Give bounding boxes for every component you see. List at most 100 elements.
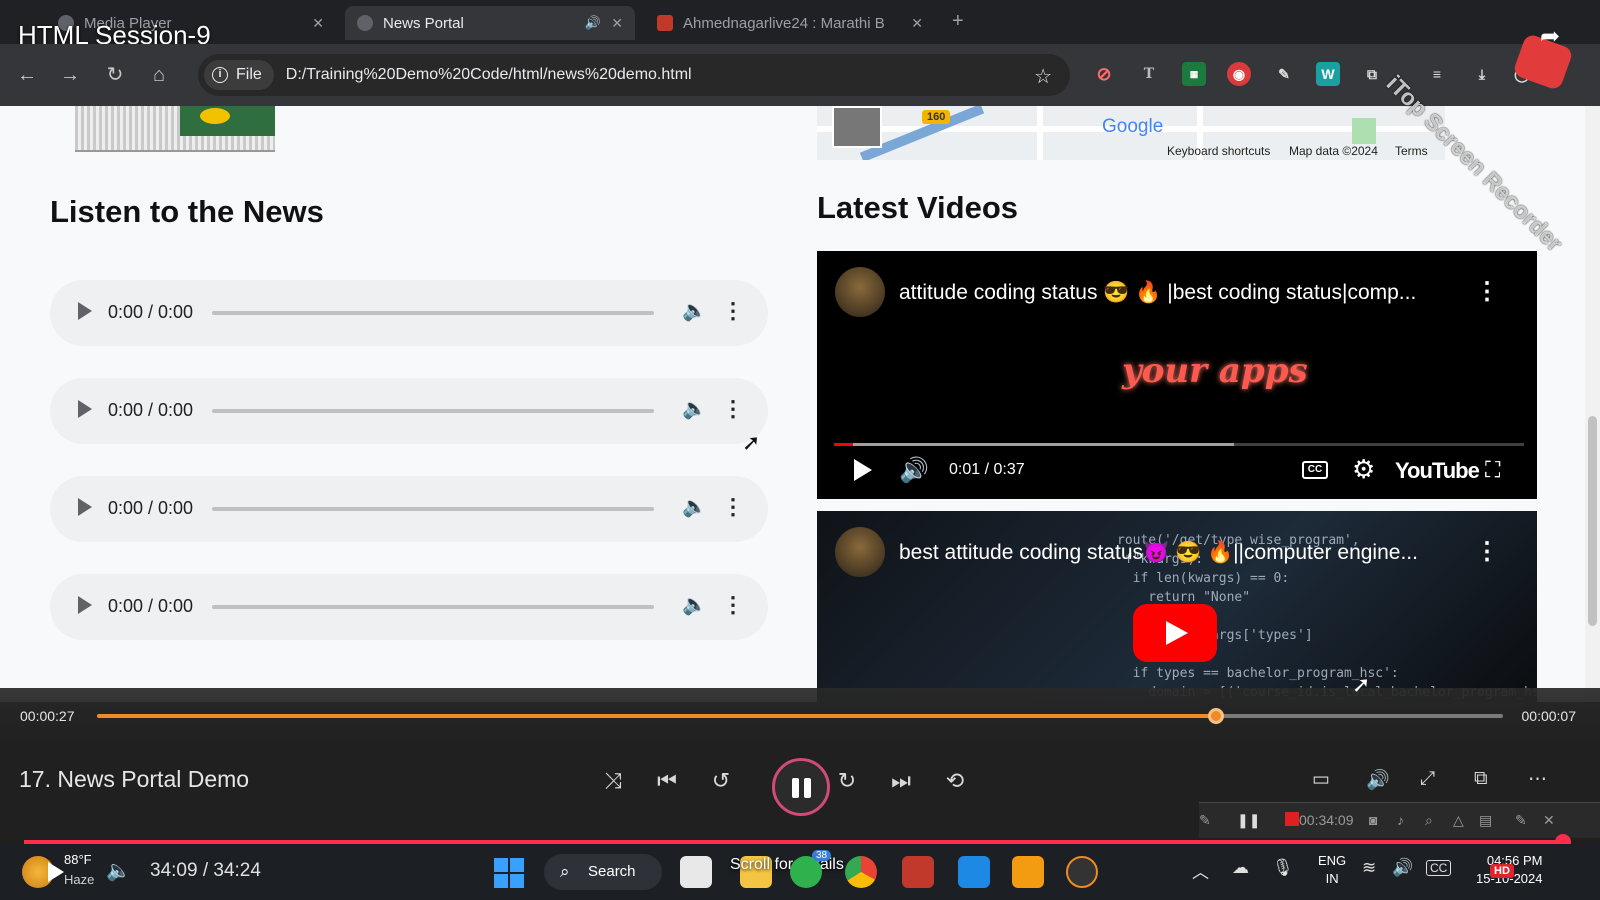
fullscreen-icon[interactable]: ⤢: [1420, 768, 1435, 790]
blocker-extension-icon[interactable]: ⊘: [1092, 62, 1116, 86]
download-icon[interactable]: ⤓: [1470, 62, 1494, 86]
mini-player-icon[interactable]: ⧉: [1474, 768, 1488, 790]
close-icon[interactable]: ✕: [911, 15, 923, 32]
taskbar-search[interactable]: ⌕ Search: [544, 854, 662, 890]
close-icon[interactable]: ✕: [1543, 812, 1555, 829]
volume-icon[interactable]: 🔊: [1366, 768, 1390, 792]
video-title[interactable]: best attitude coding status😈 😎 🔥||comput…: [899, 541, 1418, 565]
subtitles-icon[interactable]: ▭: [1312, 768, 1330, 791]
audio-seek-bar[interactable]: [212, 605, 654, 609]
seek-handle[interactable]: [1208, 708, 1225, 724]
channel-avatar[interactable]: [835, 267, 885, 317]
wifi-icon[interactable]: ≋: [1362, 858, 1376, 878]
video-embed-2[interactable]: route('/get/type wise_program', f"kwargs…: [817, 511, 1537, 702]
close-icon[interactable]: ✕: [312, 15, 324, 32]
fullscreen-icon[interactable]: ⛶: [1485, 457, 1500, 483]
more-options-icon[interactable]: ⋮: [722, 396, 744, 422]
site-info-chip[interactable]: i File: [204, 60, 274, 90]
alert-icon[interactable]: △: [1453, 812, 1464, 829]
new-tab-icon[interactable]: +: [952, 10, 964, 33]
back-icon[interactable]: ←: [14, 62, 40, 88]
edit-icon[interactable]: ✎: [1515, 812, 1527, 829]
channel-avatar[interactable]: [835, 527, 885, 577]
rewind-10-icon[interactable]: ↺: [706, 768, 736, 794]
windows-start-icon[interactable]: [494, 858, 524, 888]
more-options-icon[interactable]: ⋮: [1475, 277, 1499, 306]
more-options-icon[interactable]: ⋮: [1475, 537, 1499, 566]
volume-icon[interactable]: 🔈: [106, 858, 131, 883]
keyboard-shortcuts-link[interactable]: Keyboard shortcuts: [1167, 144, 1270, 158]
text-extension-icon[interactable]: T: [1137, 62, 1161, 86]
shuffle-icon[interactable]: ⤨: [598, 768, 628, 794]
map-satellite-thumbnail[interactable]: [832, 106, 882, 148]
microphone-icon[interactable]: 🎙: [1272, 858, 1294, 878]
volume-icon[interactable]: 🔈: [682, 494, 707, 519]
eyedropper-extension-icon[interactable]: ✎: [1272, 62, 1296, 86]
youtube-play-button[interactable]: [1133, 604, 1217, 662]
audio-seek-bar[interactable]: [212, 507, 654, 511]
tab-audio-icon[interactable]: 🔊: [585, 15, 601, 31]
play-icon[interactable]: [78, 302, 92, 320]
embedded-map[interactable]: 160 Google Keyboard shortcuts Map data ©…: [817, 106, 1445, 160]
audio-player-4[interactable]: 0:00 / 0:00 🔈 ⋮: [50, 574, 768, 640]
url-text[interactable]: D:/Training%20Demo%20Code/html/news%20de…: [286, 66, 692, 84]
previous-icon[interactable]: ⏮: [652, 768, 682, 794]
video-title[interactable]: attitude coding status 😎 🔥 |best coding …: [899, 281, 1416, 305]
audio-player-2[interactable]: 0:00 / 0:00 🔈 ⋮: [50, 378, 768, 444]
forward-30-icon[interactable]: ↻: [832, 768, 862, 794]
video-progress-bar[interactable]: [834, 443, 1524, 446]
more-options-icon[interactable]: ⋯: [1528, 768, 1547, 791]
onedrive-icon[interactable]: ☁: [1232, 858, 1249, 878]
recorder-app-icon[interactable]: [902, 856, 934, 888]
more-options-icon[interactable]: ⋮: [722, 592, 744, 618]
home-icon[interactable]: ⌂: [146, 62, 172, 88]
chat-icon[interactable]: ▤: [1479, 812, 1492, 829]
microphone-icon[interactable]: ♪: [1397, 812, 1404, 828]
pen-icon[interactable]: ✎: [1199, 812, 1211, 829]
pause-button[interactable]: [772, 758, 830, 816]
media-player-app-icon[interactable]: [1066, 856, 1098, 888]
volume-icon[interactable]: 🔈: [682, 592, 707, 617]
more-options-icon[interactable]: ⋮: [722, 494, 744, 520]
reading-list-icon[interactable]: ≡: [1425, 62, 1449, 86]
share-icon[interactable]: ➦: [1540, 22, 1560, 51]
audio-seek-bar[interactable]: [212, 311, 654, 315]
zoom-icon[interactable]: ⌕: [1425, 812, 1433, 829]
play-icon[interactable]: [48, 862, 64, 882]
volume-icon[interactable]: 🔈: [682, 396, 707, 421]
youtube-logo[interactable]: YouTube: [1395, 458, 1480, 484]
more-options-icon[interactable]: ⋮: [722, 298, 744, 324]
task-view-icon[interactable]: [680, 856, 712, 888]
vscode-icon[interactable]: [958, 856, 990, 888]
chevron-up-icon[interactable]: ︿: [1192, 858, 1209, 883]
page-scrollbar[interactable]: [1585, 106, 1600, 702]
play-icon[interactable]: [78, 498, 92, 516]
red-extension-icon[interactable]: ◉: [1227, 62, 1251, 86]
audio-seek-bar[interactable]: [212, 409, 654, 413]
chrome-icon[interactable]: [845, 856, 877, 888]
close-icon[interactable]: ✕: [611, 15, 623, 32]
language-indicator[interactable]: ENG IN: [1318, 852, 1346, 888]
volume-icon[interactable]: 🔊: [899, 456, 929, 485]
seek-bar[interactable]: [97, 708, 1503, 724]
captions-icon[interactable]: CC: [1426, 860, 1452, 876]
play-icon[interactable]: [854, 459, 872, 481]
audio-player-1[interactable]: 0:00 / 0:00 🔈 ⋮: [50, 280, 768, 346]
captions-icon[interactable]: CC: [1302, 461, 1328, 479]
reload-icon[interactable]: ↻: [102, 62, 128, 88]
address-bar[interactable]: i File D:/Training%20Demo%20Code/html/ne…: [198, 54, 1070, 96]
video-embed-1[interactable]: attitude coding status 😎 🔥 |best coding …: [817, 251, 1537, 499]
speaker-icon[interactable]: 🔊: [1392, 858, 1413, 878]
volume-icon[interactable]: 🔈: [682, 298, 707, 323]
play-icon[interactable]: [78, 596, 92, 614]
repeat-off-icon[interactable]: ⟲: [940, 768, 970, 794]
green-extension-icon[interactable]: ▦: [1182, 62, 1206, 86]
terms-link[interactable]: Terms: [1395, 144, 1428, 158]
tab-news-portal[interactable]: News Portal 🔊 ✕: [345, 6, 635, 40]
pause-recording-icon[interactable]: ❚❚: [1237, 812, 1260, 829]
sublime-text-icon[interactable]: [1012, 856, 1044, 888]
bookmark-star-icon[interactable]: ☆: [1034, 64, 1052, 89]
forward-icon[interactable]: →: [57, 62, 83, 88]
stop-recording-button[interactable]: [1285, 812, 1299, 826]
play-icon[interactable]: [78, 400, 92, 418]
